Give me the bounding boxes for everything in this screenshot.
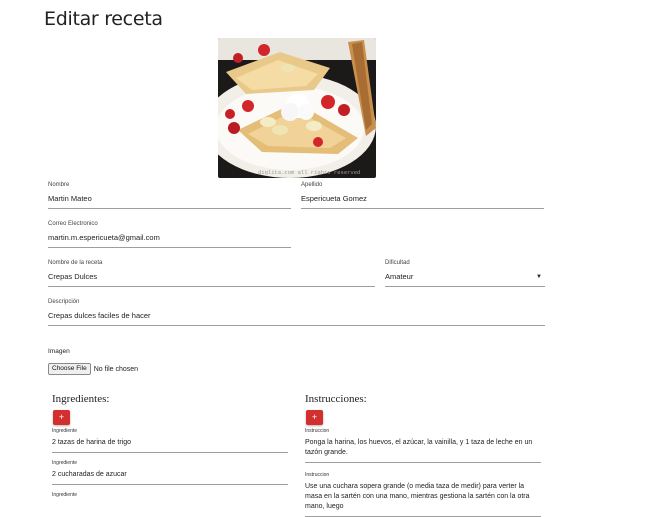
imagen-label: Imagen bbox=[48, 348, 70, 355]
ingrediente-item[interactable]: Ingrediente bbox=[52, 492, 288, 499]
dificultad-value: Amateur bbox=[385, 272, 414, 281]
apellido-field[interactable]: Apellido Espericueta Gomez bbox=[301, 181, 544, 209]
instruccion-label: Instruccion bbox=[305, 472, 330, 478]
ingrediente-label: Ingrediente bbox=[52, 428, 78, 434]
dificultad-label: Dificultad bbox=[385, 260, 410, 266]
apellido-label: Apellido bbox=[301, 182, 323, 188]
dificultad-field[interactable]: Dificultad Amateur ▼ bbox=[385, 259, 545, 287]
plus-icon: + bbox=[58, 412, 65, 422]
plus-icon: + bbox=[311, 412, 318, 422]
ingrediente-label: Ingrediente bbox=[52, 460, 78, 466]
descripcion-field[interactable]: Descripción Crepas dulces faciles de hac… bbox=[48, 298, 545, 326]
receta-label: Nombre de la receta bbox=[48, 260, 103, 266]
page-title: Editar receta bbox=[44, 8, 163, 30]
nombre-label: Nombre bbox=[48, 182, 70, 188]
correo-input[interactable]: martin.m.espericueta@gmail.com bbox=[48, 228, 291, 248]
ingrediente-input[interactable]: 2 cucharadas de azucar bbox=[52, 467, 288, 485]
instruccion-input[interactable]: Use una cuchara sopera grande (o media t… bbox=[305, 479, 541, 517]
ingrediente-label: Ingrediente bbox=[52, 492, 78, 498]
receta-input[interactable]: Crepas Dulces bbox=[48, 267, 375, 287]
ingredientes-title: Ingredientes: bbox=[52, 393, 110, 405]
add-instruccion-button[interactable]: + bbox=[306, 410, 323, 425]
correo-field[interactable]: Correo Electronico martin.m.espericueta@… bbox=[48, 220, 291, 248]
correo-label: Correo Electronico bbox=[48, 221, 98, 227]
descripcion-input[interactable]: Crepas dulces faciles de hacer bbox=[48, 306, 545, 326]
choose-file-button[interactable]: Choose File bbox=[48, 363, 91, 375]
dificultad-select[interactable]: Amateur ▼ bbox=[385, 267, 545, 287]
ingrediente-input[interactable]: 2 tazas de harina de trigo bbox=[52, 435, 288, 453]
recipe-image: diqlita.com all rights reserved bbox=[218, 38, 376, 178]
instruccion-item[interactable]: Instruccion Ponga la harina, los huevos,… bbox=[305, 428, 541, 463]
instruccion-label: Instruccion bbox=[305, 428, 330, 434]
instrucciones-title: Instrucciones: bbox=[305, 393, 367, 405]
descripcion-label: Descripción bbox=[48, 299, 80, 305]
nombre-field[interactable]: Nombre Martin Mateo bbox=[48, 181, 291, 209]
ingrediente-item[interactable]: Ingrediente 2 tazas de harina de trigo bbox=[52, 428, 288, 453]
instruccion-input[interactable]: Ponga la harina, los huevos, el azúcar, … bbox=[305, 435, 541, 463]
nombre-input[interactable]: Martin Mateo bbox=[48, 189, 291, 209]
file-status: No file chosen bbox=[93, 365, 139, 373]
caret-down-icon: ▼ bbox=[536, 274, 542, 280]
add-ingrediente-button[interactable]: + bbox=[53, 410, 70, 425]
photo-watermark: diqlita.com all rights reserved bbox=[258, 169, 360, 176]
file-input[interactable]: Choose File No file chosen bbox=[48, 363, 138, 375]
instruccion-item[interactable]: Instruccion Use una cuchara sopera grand… bbox=[305, 472, 541, 517]
receta-field[interactable]: Nombre de la receta Crepas Dulces bbox=[48, 259, 375, 287]
apellido-input[interactable]: Espericueta Gomez bbox=[301, 189, 544, 209]
ingrediente-item[interactable]: Ingrediente 2 cucharadas de azucar bbox=[52, 460, 288, 485]
